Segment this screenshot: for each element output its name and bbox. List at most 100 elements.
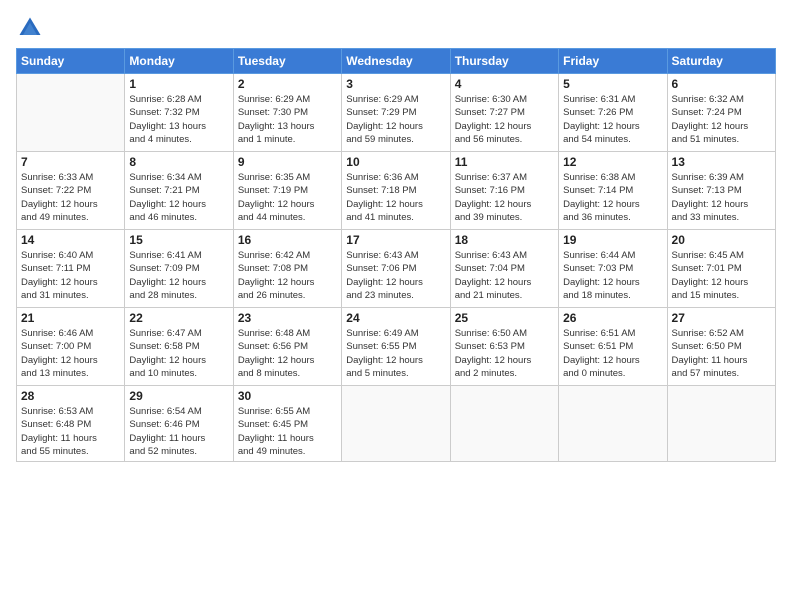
day-info: Sunrise: 6:35 AM Sunset: 7:19 PM Dayligh… <box>238 171 337 224</box>
week-row-5: 28 Sunrise: 6:53 AM Sunset: 6:48 PM Dayli… <box>17 386 776 462</box>
day-info: Sunrise: 6:43 AM Sunset: 7:06 PM Dayligh… <box>346 249 445 302</box>
calendar-cell: 7 Sunrise: 6:33 AM Sunset: 7:22 PM Daylig… <box>17 152 125 230</box>
calendar-cell <box>667 386 775 462</box>
calendar-cell: 3 Sunrise: 6:29 AM Sunset: 7:29 PM Daylig… <box>342 74 450 152</box>
calendar-cell: 5Sunrise: 6:31 AM Sunset: 7:26 PM Daylig… <box>559 74 667 152</box>
day-number: 8 <box>129 155 228 169</box>
day-number: 22 <box>129 311 228 325</box>
calendar-cell <box>342 386 450 462</box>
calendar-cell: 25Sunrise: 6:50 AM Sunset: 6:53 PM Dayli… <box>450 308 558 386</box>
day-number: 9 <box>238 155 337 169</box>
header <box>16 10 776 42</box>
day-number: 11 <box>455 155 554 169</box>
day-number: 21 <box>21 311 120 325</box>
day-info: Sunrise: 6:39 AM Sunset: 7:13 PM Dayligh… <box>672 171 771 224</box>
day-number: 14 <box>21 233 120 247</box>
calendar-cell: 9 Sunrise: 6:35 AM Sunset: 7:19 PM Daylig… <box>233 152 341 230</box>
day-number: 5 <box>563 77 662 91</box>
day-info: Sunrise: 6:46 AM Sunset: 7:00 PM Dayligh… <box>21 327 120 380</box>
day-info: Sunrise: 6:49 AM Sunset: 6:55 PM Dayligh… <box>346 327 445 380</box>
day-info: Sunrise: 6:55 AM Sunset: 6:45 PM Dayligh… <box>238 405 337 458</box>
day-number: 27 <box>672 311 771 325</box>
day-info: Sunrise: 6:53 AM Sunset: 6:48 PM Dayligh… <box>21 405 120 458</box>
week-row-4: 21 Sunrise: 6:46 AM Sunset: 7:00 PM Dayli… <box>17 308 776 386</box>
day-info: Sunrise: 6:44 AM Sunset: 7:03 PM Dayligh… <box>563 249 662 302</box>
day-number: 17 <box>346 233 445 247</box>
day-info: Sunrise: 6:32 AM Sunset: 7:24 PM Dayligh… <box>672 93 771 146</box>
calendar-cell: 18Sunrise: 6:43 AM Sunset: 7:04 PM Dayli… <box>450 230 558 308</box>
page: SundayMondayTuesdayWednesdayThursdayFrid… <box>0 0 792 612</box>
day-number: 23 <box>238 311 337 325</box>
day-number: 20 <box>672 233 771 247</box>
week-row-1: 1 Sunrise: 6:28 AM Sunset: 7:32 PM Daylig… <box>17 74 776 152</box>
calendar-cell: 26 Sunrise: 6:51 AM Sunset: 6:51 PM Dayli… <box>559 308 667 386</box>
week-row-2: 7 Sunrise: 6:33 AM Sunset: 7:22 PM Daylig… <box>17 152 776 230</box>
day-info: Sunrise: 6:34 AM Sunset: 7:21 PM Dayligh… <box>129 171 228 224</box>
day-number: 24 <box>346 311 445 325</box>
day-info: Sunrise: 6:37 AM Sunset: 7:16 PM Dayligh… <box>455 171 554 224</box>
day-info: Sunrise: 6:54 AM Sunset: 6:46 PM Dayligh… <box>129 405 228 458</box>
day-number: 12 <box>563 155 662 169</box>
calendar-cell <box>450 386 558 462</box>
day-number: 15 <box>129 233 228 247</box>
day-number: 3 <box>346 77 445 91</box>
day-header-tuesday: Tuesday <box>233 49 341 74</box>
calendar-cell: 10Sunrise: 6:36 AM Sunset: 7:18 PM Dayli… <box>342 152 450 230</box>
calendar-cell: 19 Sunrise: 6:44 AM Sunset: 7:03 PM Dayli… <box>559 230 667 308</box>
day-header-friday: Friday <box>559 49 667 74</box>
day-info: Sunrise: 6:33 AM Sunset: 7:22 PM Dayligh… <box>21 171 120 224</box>
day-number: 25 <box>455 311 554 325</box>
calendar-cell: 1 Sunrise: 6:28 AM Sunset: 7:32 PM Daylig… <box>125 74 233 152</box>
calendar-cell: 24 Sunrise: 6:49 AM Sunset: 6:55 PM Dayli… <box>342 308 450 386</box>
day-info: Sunrise: 6:29 AM Sunset: 7:29 PM Dayligh… <box>346 93 445 146</box>
calendar-cell: 15 Sunrise: 6:41 AM Sunset: 7:09 PM Dayli… <box>125 230 233 308</box>
calendar-cell: 27 Sunrise: 6:52 AM Sunset: 6:50 PM Dayli… <box>667 308 775 386</box>
day-info: Sunrise: 6:51 AM Sunset: 6:51 PM Dayligh… <box>563 327 662 380</box>
day-info: Sunrise: 6:43 AM Sunset: 7:04 PM Dayligh… <box>455 249 554 302</box>
day-info: Sunrise: 6:40 AM Sunset: 7:11 PM Dayligh… <box>21 249 120 302</box>
calendar-cell: 23 Sunrise: 6:48 AM Sunset: 6:56 PM Dayli… <box>233 308 341 386</box>
day-number: 16 <box>238 233 337 247</box>
logo-icon <box>16 14 44 42</box>
calendar-cell: 12Sunrise: 6:38 AM Sunset: 7:14 PM Dayli… <box>559 152 667 230</box>
calendar-cell: 6 Sunrise: 6:32 AM Sunset: 7:24 PM Daylig… <box>667 74 775 152</box>
day-info: Sunrise: 6:28 AM Sunset: 7:32 PM Dayligh… <box>129 93 228 146</box>
calendar-cell: 13 Sunrise: 6:39 AM Sunset: 7:13 PM Dayli… <box>667 152 775 230</box>
day-header-sunday: Sunday <box>17 49 125 74</box>
day-info: Sunrise: 6:47 AM Sunset: 6:58 PM Dayligh… <box>129 327 228 380</box>
day-number: 6 <box>672 77 771 91</box>
day-info: Sunrise: 6:36 AM Sunset: 7:18 PM Dayligh… <box>346 171 445 224</box>
day-header-monday: Monday <box>125 49 233 74</box>
day-info: Sunrise: 6:48 AM Sunset: 6:56 PM Dayligh… <box>238 327 337 380</box>
day-info: Sunrise: 6:41 AM Sunset: 7:09 PM Dayligh… <box>129 249 228 302</box>
day-number: 30 <box>238 389 337 403</box>
calendar-cell <box>17 74 125 152</box>
day-number: 29 <box>129 389 228 403</box>
day-number: 26 <box>563 311 662 325</box>
week-row-3: 14 Sunrise: 6:40 AM Sunset: 7:11 PM Dayli… <box>17 230 776 308</box>
header-row: SundayMondayTuesdayWednesdayThursdayFrid… <box>17 49 776 74</box>
calendar-cell: 17 Sunrise: 6:43 AM Sunset: 7:06 PM Dayli… <box>342 230 450 308</box>
day-info: Sunrise: 6:42 AM Sunset: 7:08 PM Dayligh… <box>238 249 337 302</box>
day-info: Sunrise: 6:52 AM Sunset: 6:50 PM Dayligh… <box>672 327 771 380</box>
calendar-cell: 16 Sunrise: 6:42 AM Sunset: 7:08 PM Dayli… <box>233 230 341 308</box>
day-header-thursday: Thursday <box>450 49 558 74</box>
day-number: 13 <box>672 155 771 169</box>
calendar-cell: 14 Sunrise: 6:40 AM Sunset: 7:11 PM Dayli… <box>17 230 125 308</box>
calendar-cell: 30 Sunrise: 6:55 AM Sunset: 6:45 PM Dayli… <box>233 386 341 462</box>
calendar-table: SundayMondayTuesdayWednesdayThursdayFrid… <box>16 48 776 462</box>
logo <box>16 14 46 42</box>
day-info: Sunrise: 6:29 AM Sunset: 7:30 PM Dayligh… <box>238 93 337 146</box>
day-number: 2 <box>238 77 337 91</box>
calendar-cell: 28 Sunrise: 6:53 AM Sunset: 6:48 PM Dayli… <box>17 386 125 462</box>
day-number: 19 <box>563 233 662 247</box>
calendar-cell: 22 Sunrise: 6:47 AM Sunset: 6:58 PM Dayli… <box>125 308 233 386</box>
calendar-cell: 21 Sunrise: 6:46 AM Sunset: 7:00 PM Dayli… <box>17 308 125 386</box>
day-number: 28 <box>21 389 120 403</box>
calendar-cell: 29 Sunrise: 6:54 AM Sunset: 6:46 PM Dayli… <box>125 386 233 462</box>
day-number: 7 <box>21 155 120 169</box>
day-number: 1 <box>129 77 228 91</box>
day-header-saturday: Saturday <box>667 49 775 74</box>
day-header-wednesday: Wednesday <box>342 49 450 74</box>
day-number: 4 <box>455 77 554 91</box>
